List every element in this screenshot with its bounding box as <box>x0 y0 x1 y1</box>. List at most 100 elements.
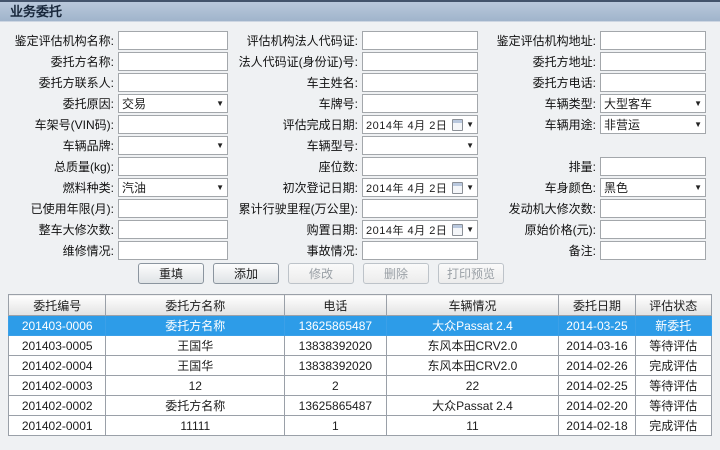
client-contact-input[interactable] <box>118 73 228 92</box>
table-cell[interactable]: 2014-02-18 <box>558 415 636 436</box>
form-row: 已使用年限(月): 累计行驶里程(万公里): 发动机大修次数: <box>0 198 720 219</box>
used-months-input[interactable] <box>118 199 228 218</box>
table-cell[interactable]: 委托方名称 <box>105 395 286 416</box>
form-cell: 总质量(kg): <box>8 157 228 176</box>
table-cell[interactable]: 12 <box>105 375 286 396</box>
seat-count-input[interactable] <box>362 157 478 176</box>
field-label: 车辆类型: <box>544 97 596 111</box>
table-cell[interactable]: 201403-0006 <box>7 315 107 336</box>
table-cell[interactable]: 13838392020 <box>284 335 387 356</box>
field-label: 车架号(VIN码): <box>34 118 114 132</box>
vehicle-usage-select[interactable]: 非营运 ▼ <box>600 115 706 134</box>
purchase-date-picker[interactable]: 2014年 4月 2日 ▼ <box>362 220 478 239</box>
table-cell[interactable]: 等待评估 <box>634 375 713 396</box>
modify-button[interactable]: 修改 <box>288 263 354 284</box>
table-column-header[interactable]: 评估状态 <box>634 294 713 316</box>
form-cell: 购置日期: 2014年 4月 2日 ▼ <box>228 220 478 239</box>
table-cell[interactable]: 2014-03-25 <box>558 315 636 336</box>
form-row: 车架号(VIN码): 评估完成日期: 2014年 4月 2日 ▼ 车辆用途: 非营运 ▼ <box>0 114 720 135</box>
table-cell[interactable]: 王国华 <box>105 355 286 376</box>
table-cell[interactable]: 完成评估 <box>634 355 713 376</box>
vehicle-model-select[interactable]: ▼ <box>362 136 478 155</box>
table-column-header[interactable]: 委托日期 <box>558 294 636 316</box>
entrust-reason-select[interactable]: 交易 ▼ <box>118 94 228 113</box>
table-cell[interactable]: 王国华 <box>105 335 286 356</box>
table-cell[interactable]: 东风本田CRV2.0 <box>385 335 560 356</box>
plate-number-input[interactable] <box>362 94 478 113</box>
vehicle-overhaul-count-input[interactable] <box>118 220 228 239</box>
table-cell[interactable]: 201403-0005 <box>7 335 107 356</box>
table-cell[interactable]: 2014-02-20 <box>558 395 636 416</box>
original-price-input[interactable] <box>600 220 706 239</box>
table-row[interactable]: 201403-0005 王国华 13838392020 东风本田CRV2.0 2014-… <box>7 335 713 356</box>
date-value: 2014年 4月 2日 <box>366 119 448 132</box>
table-cell[interactable]: 201402-0004 <box>7 355 107 376</box>
table-row[interactable]: 201402-0003 12 2 22 2014-02-25 等待评估 <box>7 375 713 396</box>
calendar-icon <box>452 223 464 236</box>
table-cell[interactable]: 13838392020 <box>284 355 387 376</box>
table-cell[interactable]: 11111 <box>105 415 286 436</box>
repair-status-input[interactable] <box>118 241 228 260</box>
table-cell[interactable]: 大众Passat 2.4 <box>385 315 560 336</box>
client-phone-input[interactable] <box>600 73 706 92</box>
table-cell[interactable]: 2014-02-25 <box>558 375 636 396</box>
form-cell: 委托原因: 交易 ▼ <box>8 94 228 113</box>
vehicle-brand-select[interactable]: ▼ <box>118 136 228 155</box>
table-row[interactable]: 201402-0001 11111 1 11 2014-02-18 完成评估 <box>7 415 713 436</box>
table-cell[interactable]: 1 <box>284 415 387 436</box>
vin-input[interactable] <box>118 115 228 134</box>
table-row[interactable]: 201402-0004 王国华 13838392020 东风本田CRV2.0 2014-… <box>7 355 713 376</box>
print-preview-button[interactable]: 打印预览 <box>438 263 504 284</box>
table-cell[interactable]: 201402-0002 <box>7 395 107 416</box>
owner-name-input[interactable] <box>362 73 478 92</box>
field-control <box>362 241 478 260</box>
form-cell: 委托方联系人: <box>8 73 228 92</box>
form-actions: 重填 添加 修改 删除 打印预览 <box>138 263 720 284</box>
client-address-input[interactable] <box>600 52 706 71</box>
table-cell[interactable]: 13625865487 <box>284 395 387 416</box>
mileage-input[interactable] <box>362 199 478 218</box>
table-cell[interactable]: 2 <box>284 375 387 396</box>
table-cell[interactable]: 2014-02-26 <box>558 355 636 376</box>
reset-button[interactable]: 重填 <box>138 263 204 284</box>
appraisal-finish-date-picker[interactable]: 2014年 4月 2日 ▼ <box>362 115 478 134</box>
table-cell[interactable]: 新委托 <box>634 315 713 336</box>
field-control <box>118 220 228 239</box>
table-cell[interactable]: 委托方名称 <box>105 315 286 336</box>
table-column-header[interactable]: 车辆情况 <box>385 294 560 316</box>
table-cell[interactable]: 22 <box>385 375 560 396</box>
table-row[interactable]: 201403-0006 委托方名称 13625865487 大众Passat 2.4 2… <box>7 315 713 336</box>
accident-status-input[interactable] <box>362 241 478 260</box>
table-column-header[interactable]: 委托方名称 <box>105 294 286 316</box>
vehicle-type-select[interactable]: 大型客车 ▼ <box>600 94 706 113</box>
appraisal-org-name-input[interactable] <box>118 31 228 50</box>
fuel-type-select[interactable]: 汽油 ▼ <box>118 178 228 197</box>
table-cell[interactable]: 等待评估 <box>634 395 713 416</box>
form-cell: 备注: <box>478 241 706 260</box>
remarks-input[interactable] <box>600 241 706 260</box>
add-button[interactable]: 添加 <box>213 263 279 284</box>
table-cell[interactable]: 13625865487 <box>284 315 387 336</box>
table-cell[interactable]: 11 <box>385 415 560 436</box>
field-label: 车辆型号: <box>306 139 358 153</box>
table-cell[interactable]: 完成评估 <box>634 415 713 436</box>
table-cell[interactable]: 2014-03-16 <box>558 335 636 356</box>
table-cell[interactable]: 等待评估 <box>634 335 713 356</box>
table-cell[interactable]: 201402-0003 <box>7 375 107 396</box>
legal-code-id-input[interactable] <box>362 52 478 71</box>
displacement-input[interactable] <box>600 157 706 176</box>
table-cell[interactable]: 东风本田CRV2.0 <box>385 355 560 376</box>
gross-weight-input[interactable] <box>118 157 228 176</box>
table-column-header[interactable]: 委托编号 <box>7 294 107 316</box>
table-column-header[interactable]: 电话 <box>284 294 387 316</box>
table-cell[interactable]: 大众Passat 2.4 <box>385 395 560 416</box>
body-color-select[interactable]: 黑色 ▼ <box>600 178 706 197</box>
engine-overhaul-count-input[interactable] <box>600 199 706 218</box>
table-cell[interactable]: 201402-0001 <box>7 415 107 436</box>
client-name-input[interactable] <box>118 52 228 71</box>
first-register-date-picker[interactable]: 2014年 4月 2日 ▼ <box>362 178 478 197</box>
table-row[interactable]: 201402-0002 委托方名称 13625865487 大众Passat 2.4 2… <box>7 395 713 416</box>
appraisal-org-address-input[interactable] <box>600 31 706 50</box>
delete-button[interactable]: 删除 <box>363 263 429 284</box>
org-legal-code-input[interactable] <box>362 31 478 50</box>
